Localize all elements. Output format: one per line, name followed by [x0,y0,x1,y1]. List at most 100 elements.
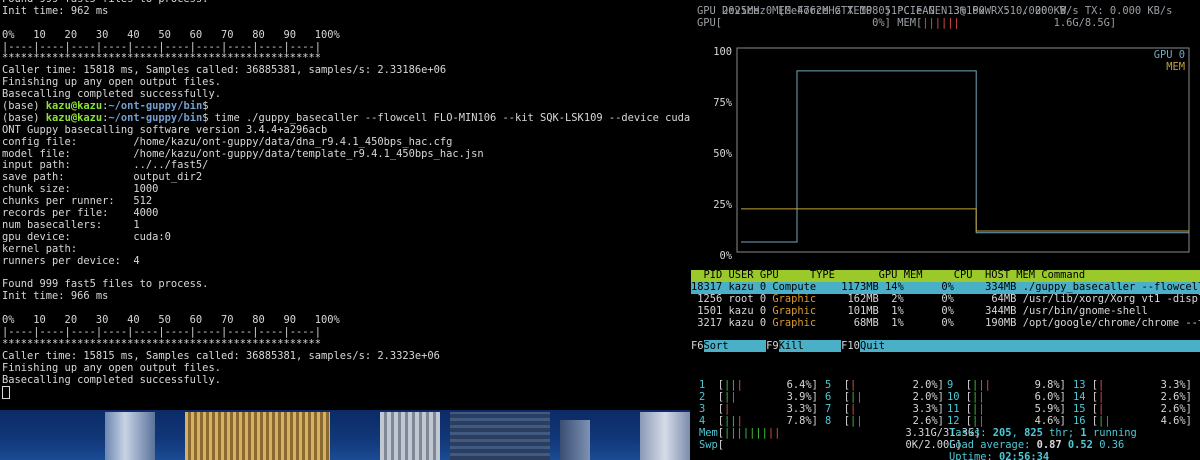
process-type: Graphic [772,305,817,317]
meter-bracket: ] [811,403,818,415]
building-shape [105,412,155,460]
fkey-f6[interactable]: F6 [691,340,704,352]
meter-fill-kernel: | [978,415,985,427]
process-pid: 18317 [691,281,723,293]
process-gpu-mem-pct: 1% [885,317,904,329]
cpu-number: 11 [947,403,960,415]
meter-fill-user: || [724,415,737,427]
meter-fill-kernel: | [856,415,863,427]
y-tick-label: 50% [713,148,733,160]
meter-fill-kernel: | [850,379,857,391]
fkey-label[interactable]: Kill [778,340,842,352]
fkey-f10[interactable]: F10 [841,340,860,352]
process-cpu: 0% [941,281,954,293]
process-user: root [728,293,754,305]
fkey-f9[interactable]: F9 [766,340,779,352]
prompt-command: $ time ./guppy_basecaller --flowcell FLO… [202,111,690,124]
terminal-output: Found 999 fast5 files to process.Init ti… [2,0,690,400]
terminal-line: (base) kazu@kazu:~/ont-guppy/bin$ time .… [2,111,690,125]
meter-fill-kernel: | [1098,403,1105,415]
process-user: kazu [728,305,754,317]
meter-bracket: ] [1059,403,1066,415]
cpu-number: 7 [825,403,832,415]
terminal-line: gpu device: cuda:0 [2,230,171,243]
terminal-line: ****************************************… [2,337,322,350]
meter-fill-user: || [724,379,737,391]
terminal-line: ONT Guppy basecalling software version 3… [2,123,328,136]
meter-fill-kernel: | [856,391,863,403]
process-gpu-mem-pct: 1% [885,305,904,317]
terminal-cursor[interactable] [2,386,10,400]
meter-bracket: ] [1185,403,1192,415]
chart-svg: 100 75% 50% 25% 0% GPU 0MEM [713,46,1190,262]
building-shape [185,412,330,460]
building-shape [640,412,690,460]
fkey-label[interactable]: Quit [859,340,1200,352]
process-host-mem: 190MB [985,317,1017,329]
meter-bracket: ] [1185,415,1192,427]
meter-fill-kernel: | [1098,379,1105,391]
cpu-percent: 3.3% [912,403,938,415]
series-line-0 [741,70,1189,243]
terminal-line: 0% 10 20 30 40 50 60 70 80 90 100% [2,28,340,41]
thr-label: thr; [1042,427,1081,439]
uptime-line: Uptime: 02:56:34 [949,451,1050,460]
meter-bracket: ] [937,391,944,403]
cpu-number: 10 [947,391,960,403]
swap-label: Swp [699,439,718,451]
prompt-env: (base) [2,111,46,124]
meter-bracket: ] [1059,415,1066,427]
cpu-percent: 3.9% [786,391,812,403]
function-key-bar[interactable]: F6Sort F9Kill F10Quit [691,340,1200,353]
terminal-line [2,386,690,400]
fkey-label[interactable]: Sort [703,340,767,352]
prompt-user: kazu@kazu [45,111,103,124]
process-pid: 3217 [691,317,723,329]
meter-fill-used: ||||||| [724,427,768,439]
chart-frame [736,47,1190,253]
cpu-percent: 2.0% [912,391,938,403]
process-gpu-mem: 162MB [841,293,879,305]
mem-bar: [||||||||| [718,427,906,439]
process-cpu: 0% [941,317,954,329]
cpu-percent: 2.6% [1160,391,1186,403]
prompt-env: (base) [2,100,46,113]
prompt-command: $ [202,100,209,113]
process-gpu-mem-pct: 14% [885,281,904,293]
prompt-path: ~/ont-guppy/bin [108,111,203,124]
meter-bracket: ] [811,379,818,391]
terminal-line: kernel path: [2,242,78,255]
y-tick-label: 75% [713,97,733,109]
cpu-number: 3 [699,403,706,415]
cpu-number: 5 [825,379,832,391]
prompt-user: kazu@kazu [45,100,103,113]
terminal-line: Init time: 966 ms [2,290,109,303]
terminal-pane[interactable]: Found 999 fast5 files to process.Init ti… [0,0,690,410]
swap-value: 0K/2.00G [905,439,956,451]
desktop-wallpaper [0,410,690,460]
process-command: ./guppy_basecaller --flowcell F [1022,281,1200,293]
cpu-number: 9 [947,379,954,391]
meter-fill-kernel: | [736,415,743,427]
cpu-number: 15 [1073,403,1086,415]
process-gpu-mem: 1173MB [841,281,879,293]
load-label: Load average: [949,439,1037,451]
legend-mem: MEM [1166,61,1185,73]
gpu-usage-chart: 100 75% 50% 25% 0% GPU 0 MEM [711,40,1191,265]
cpu-percent: 9.8% [1034,379,1060,391]
meter-fill-buffers: || [767,427,781,439]
monitor-pane[interactable]: Device 0 [GeForce GTX 1080] PCIe GEN 3@1… [691,0,1200,460]
process-type: Compute [772,281,817,293]
meter-bracket: ] [937,415,944,427]
thread-count: 825 [1024,427,1043,439]
process-row[interactable]: 3217 kazu 0 Graphic 68MB 1% 0% 190MB /op… [691,317,1200,330]
y-tick-label: 25% [713,199,733,211]
terminal-line: Caller time: 15815 ms, Samples called: 3… [2,349,440,362]
nvtop-usage-line: GPU[ 0%] MEM[|||||| 1.6G/8.5G] [697,17,1117,29]
uptime-value: 02:56:34 [999,451,1050,460]
load-15: 0.36 [1099,439,1125,451]
mem-label: Mem [699,427,718,439]
process-user: kazu [728,281,754,293]
thr-sep: , [1011,427,1025,439]
cpu-percent: 4.6% [1034,415,1060,427]
